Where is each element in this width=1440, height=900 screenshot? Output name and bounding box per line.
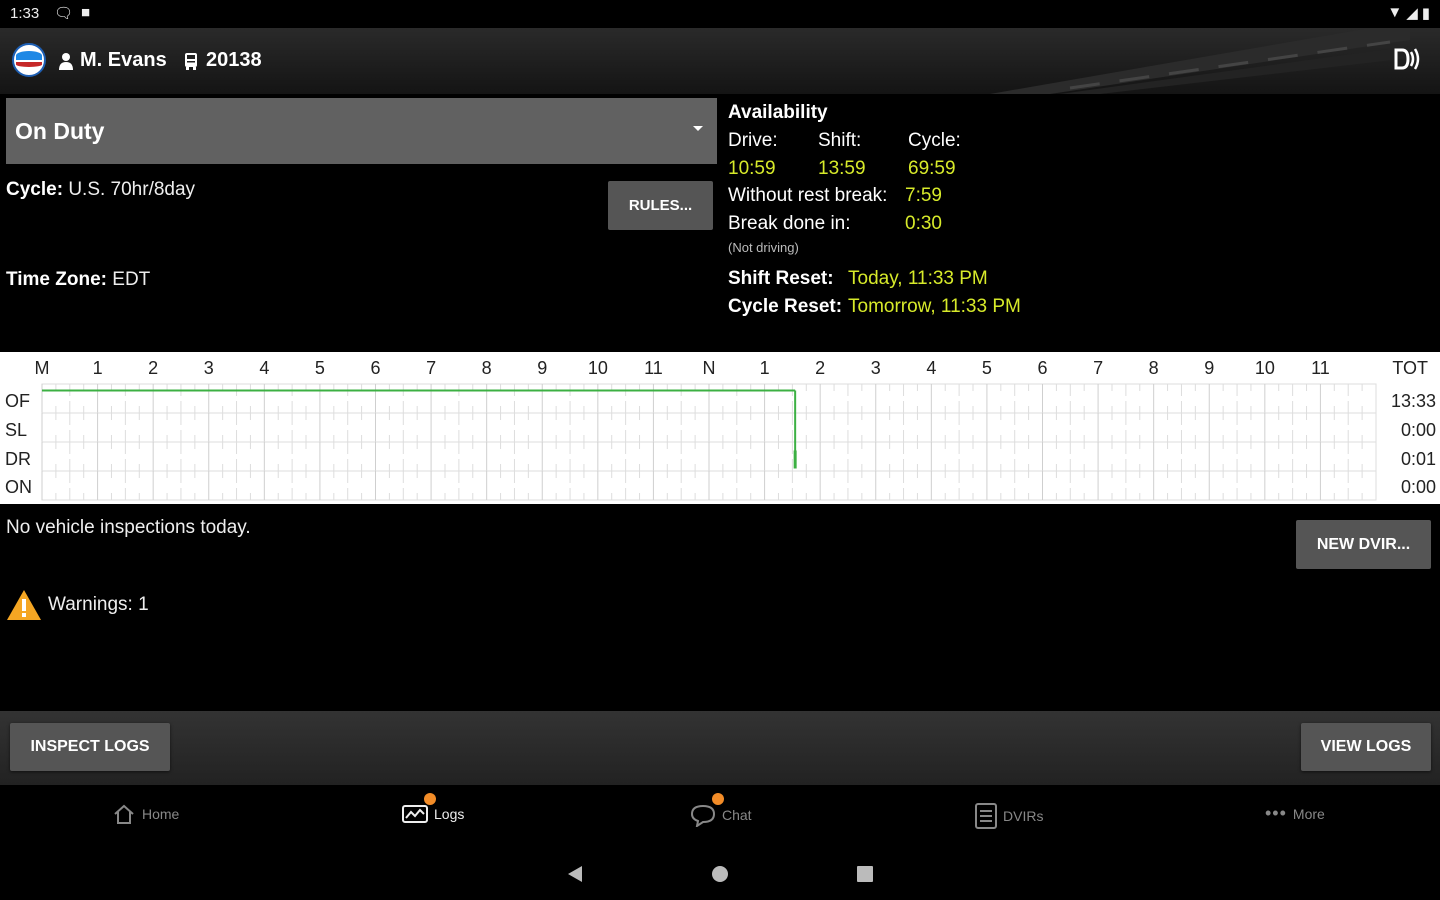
- rules-button[interactable]: RULES...: [608, 181, 713, 230]
- shift-value: 13:59: [818, 158, 866, 179]
- status-time: 1:33: [10, 5, 40, 22]
- shift-label: Shift:: [818, 130, 862, 151]
- battery-icon: ▮: [1421, 5, 1430, 22]
- tab-dvirs[interactable]: DVIRs: [975, 803, 1043, 829]
- availability-title: Availability: [728, 102, 828, 123]
- app-logo[interactable]: [12, 43, 46, 77]
- drive-value: 10:59: [728, 158, 776, 179]
- log-grid: [41, 383, 1377, 501]
- signal-icon: ◢: [1406, 5, 1418, 22]
- driver-name: M. Evans: [80, 49, 167, 71]
- bluetooth-connection-icon[interactable]: [1392, 44, 1422, 81]
- vehicle-number: 20138: [206, 49, 262, 71]
- tab-chat[interactable]: Chat: [690, 793, 752, 827]
- more-icon: •••: [1265, 803, 1287, 823]
- inspect-logs-button[interactable]: INSPECT LOGS: [10, 723, 170, 771]
- home-icon: [114, 804, 134, 824]
- shift-reset-label: Shift Reset:: [728, 268, 834, 289]
- vehicle-info[interactable]: 20138: [184, 49, 262, 72]
- break-done-label: Break done in:: [728, 213, 851, 234]
- person-icon: [59, 52, 73, 70]
- timezone-info: Time Zone: EDT: [6, 269, 150, 291]
- logs-icon: [402, 805, 428, 823]
- dvir-icon: [975, 803, 997, 829]
- warning-icon: [7, 590, 41, 620]
- tab-logs[interactable]: Logs: [402, 793, 465, 825]
- cycle-reset-label: Cycle Reset:: [728, 296, 843, 317]
- cycle-value: U.S. 70hr/8day: [68, 179, 196, 200]
- cycle-reset-value: Tomorrow, 11:33 PM: [848, 296, 1021, 317]
- new-dvir-button[interactable]: NEW DVIR...: [1296, 520, 1431, 569]
- sim-icon: ■: [81, 4, 91, 21]
- android-nav-bar: [0, 845, 1440, 900]
- recents-icon[interactable]: [855, 864, 875, 884]
- drive-label: Drive:: [728, 130, 778, 151]
- vehicle-icon: [185, 52, 197, 70]
- status-bar: 1:33 🗨 ■ ▼ ◢ ▮: [0, 0, 1440, 28]
- cycle-label: Cycle:: [6, 179, 64, 200]
- back-icon[interactable]: [566, 864, 586, 884]
- break-done-value: 0:30: [905, 213, 942, 234]
- timezone-value: EDT: [112, 269, 151, 290]
- chat-icon: [690, 804, 716, 827]
- inspection-status: No vehicle inspections today.: [6, 517, 251, 538]
- duty-status-dropdown[interactable]: On Duty: [6, 98, 717, 164]
- chat-badge: [712, 793, 724, 805]
- hos-log-graph[interactable]: M 1 2 3 4 5 6 7 8 9 10 11 N 1 2 3 4 5 6 7 8 9 10 11 TOT OF SL D…: [0, 352, 1440, 504]
- tab-home-label: Home: [142, 806, 180, 822]
- timezone-label: Time Zone:: [6, 269, 107, 290]
- wifi-icon: ▼: [1387, 4, 1403, 21]
- log-actions-bar: INSPECT LOGS VIEW LOGS: [0, 711, 1440, 785]
- tab-chat-label: Chat: [722, 807, 752, 823]
- cycle-avail-label: Cycle:: [908, 130, 961, 151]
- view-logs-button[interactable]: VIEW LOGS: [1301, 723, 1431, 771]
- road-graphic: [990, 28, 1410, 94]
- shift-reset-value: Today, 11:33 PM: [848, 268, 988, 289]
- warnings-text: Warnings: 1: [48, 594, 149, 615]
- logs-badge: [424, 793, 436, 805]
- chat-notification-icon: 🗨: [54, 5, 74, 22]
- driver-info[interactable]: M. Evans: [58, 49, 167, 72]
- home-circle-icon[interactable]: [710, 864, 730, 884]
- tab-logs-label: Logs: [434, 806, 465, 822]
- app-header: M. Evans 20138: [0, 28, 1440, 94]
- without-rest-value: 7:59: [905, 185, 942, 206]
- tab-dvirs-label: DVIRs: [1003, 808, 1044, 824]
- without-rest-label: Without rest break:: [728, 185, 888, 206]
- duty-status-value: On Duty: [15, 118, 105, 144]
- cycle-avail-value: 69:59: [908, 158, 956, 179]
- tab-more-label: More: [1292, 805, 1325, 822]
- not-driving-note: (Not driving): [728, 240, 799, 255]
- bottom-tab-bar: Home Logs Chat DVIRs ••• More: [0, 785, 1440, 845]
- cycle-info: Cycle: U.S. 70hr/8day: [6, 179, 195, 201]
- tab-more[interactable]: ••• More: [1265, 803, 1325, 824]
- tab-home[interactable]: Home: [112, 803, 179, 825]
- chevron-down-icon: [693, 126, 703, 131]
- warnings-row[interactable]: Warnings: 1: [6, 588, 149, 622]
